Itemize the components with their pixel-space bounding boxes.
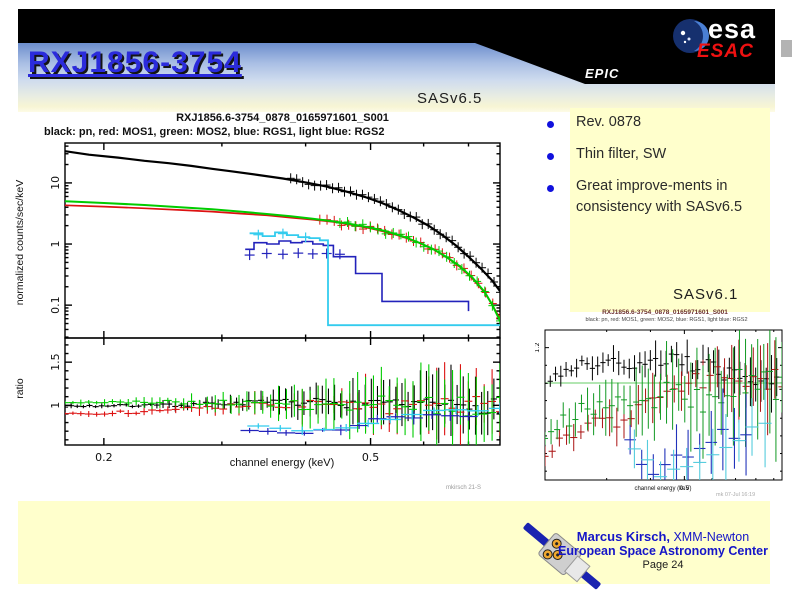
svg-text:0.5: 0.5 (679, 484, 689, 492)
footer-credits: Marcus Kirsch, XMM-Newton European Space… (552, 529, 774, 571)
small-ratio-chart: 0.5 1.2 (535, 329, 783, 492)
epic-label: EPIC (585, 66, 620, 81)
svg-text:1: 1 (49, 402, 62, 409)
svg-text:0.5: 0.5 (362, 451, 380, 464)
bullet-item: Great improve-ments in consistency with … (576, 178, 743, 216)
scrollbar-thumb[interactable] (781, 40, 792, 57)
bullet-item: Thin filter, SW (576, 146, 667, 162)
esa-logo-dot (683, 40, 687, 44)
footer-author: Marcus Kirsch, XMM-Newton (552, 529, 774, 544)
esa-logo-dot (687, 37, 691, 41)
svg-text:0.1: 0.1 (49, 296, 62, 314)
esac-wordmark: ESAC (697, 41, 754, 62)
page-title: RXJ1856-3754 (28, 46, 242, 79)
bullet-icon (547, 121, 554, 128)
sas-v61-label: SASv6.1 (673, 286, 739, 303)
footer-page-number: Page 24 (642, 559, 684, 571)
bullet-icon (547, 185, 554, 192)
svg-text:1: 1 (49, 241, 62, 248)
bullet-item: Rev. 0878 (576, 114, 642, 130)
small-chart-legend: black: pn, red: MOS1, green: MOS2, blue:… (585, 317, 748, 323)
svg-text:1.5: 1.5 (49, 353, 62, 371)
footer-author-mission: XMM-Newton (670, 530, 750, 544)
bullet-icon (547, 153, 554, 160)
sas-v65-label: SASv6.5 (417, 90, 483, 107)
footer-author-name: Marcus Kirsch, (576, 529, 670, 544)
slide: RXJ1856-3754 EPIC esa ESAC SASv6.5 SASv6… (0, 0, 792, 612)
svg-text:1.2: 1.2 (535, 342, 541, 352)
svg-text:10: 10 (49, 176, 62, 190)
svg-text:0.2: 0.2 (95, 451, 113, 464)
small-chart-title: RXJ1856.6-3754_0878_0165971601_S001 (602, 309, 728, 316)
main-spectrum-chart: 10 1 0.1 0.2 0.5 1.5 1 (49, 142, 501, 464)
esa-logo-dot (680, 30, 686, 36)
footer-organization: European Space Astronomy Center (557, 544, 768, 558)
